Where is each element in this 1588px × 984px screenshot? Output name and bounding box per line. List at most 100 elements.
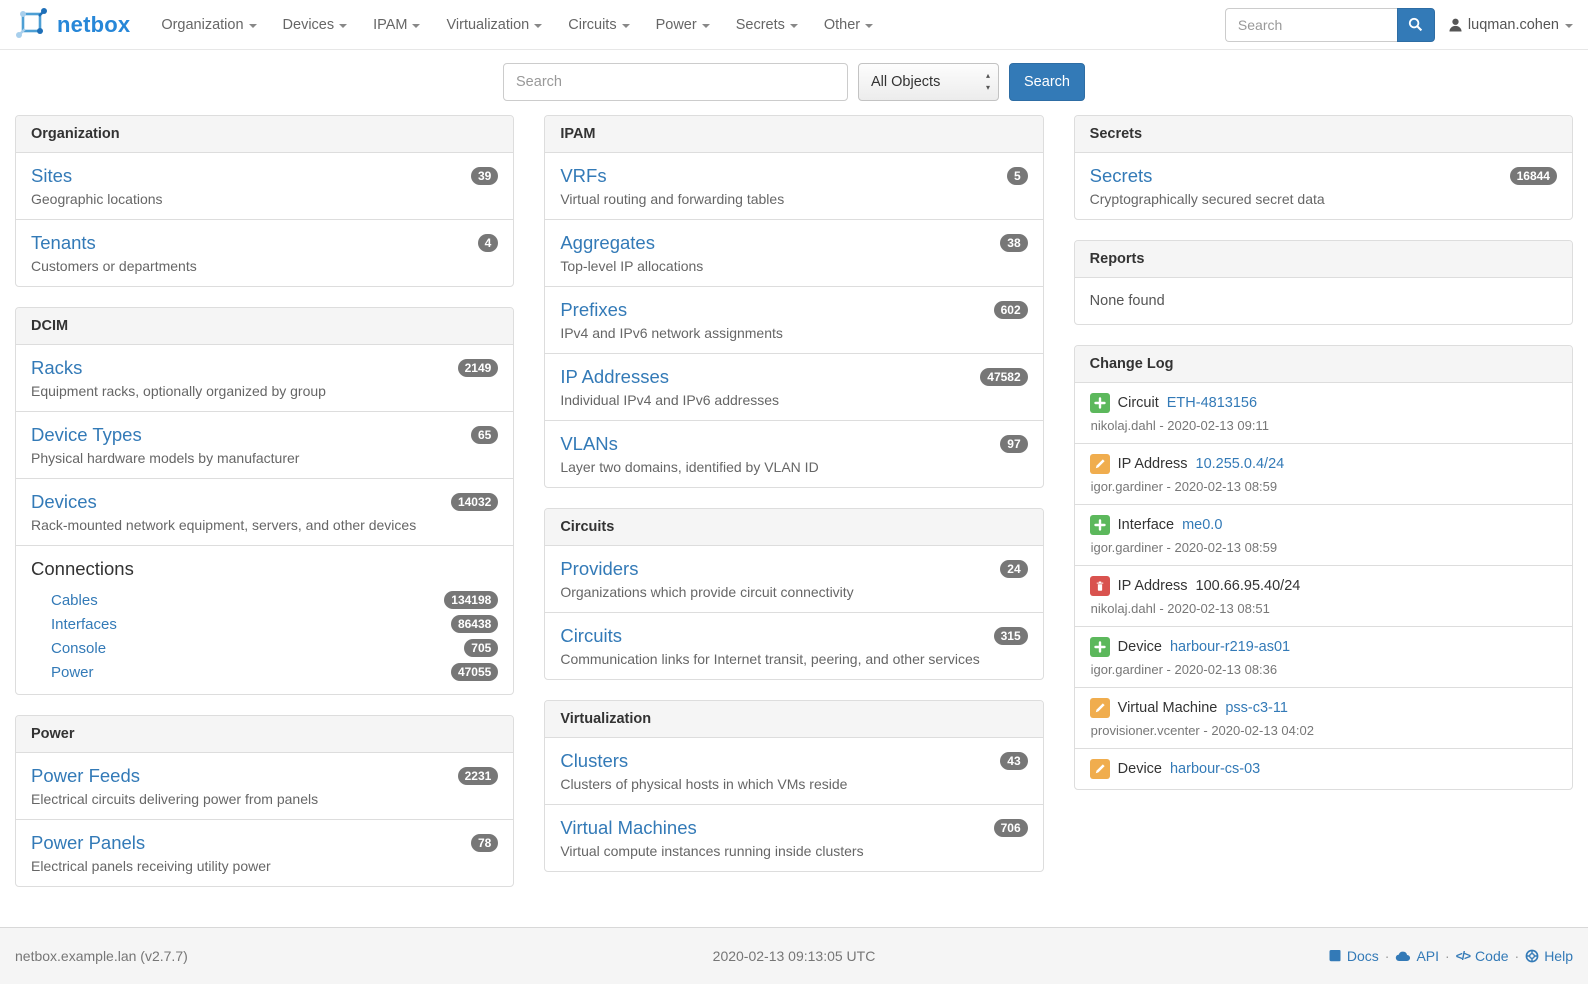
- list-item-ip-addresses: 47582 IP Addresses Individual IPv4 and I…: [545, 353, 1042, 420]
- changelog-object-link[interactable]: me0.0: [1182, 517, 1222, 533]
- item-description: Virtual compute instances running inside…: [560, 843, 1027, 859]
- deleted-action-icon: [1090, 576, 1110, 596]
- aggregates-link[interactable]: Aggregates: [560, 232, 655, 253]
- nav-item-devices[interactable]: Devices: [270, 2, 361, 48]
- panel-circuits: Circuits 24 Providers Organizations whic…: [544, 508, 1043, 680]
- list-item-virtual-machines: 706 Virtual Machines Virtual compute ins…: [545, 804, 1042, 871]
- panel-organization: Organization 39 Sites Geographic locatio…: [15, 115, 514, 287]
- footer-links: Docs · API · </> Code · Help: [1054, 948, 1573, 964]
- cables-link[interactable]: Cables: [51, 592, 98, 609]
- changelog-object-link[interactable]: harbour-r219-as01: [1170, 639, 1290, 655]
- docs-link[interactable]: Docs: [1328, 948, 1379, 964]
- user-menu[interactable]: luqman.cohen: [1449, 17, 1573, 33]
- global-search-input[interactable]: [503, 63, 848, 101]
- changelog-object-type: Virtual Machine: [1118, 700, 1218, 716]
- changelog-object-link[interactable]: ETH-4813156: [1167, 395, 1257, 411]
- item-description: Cryptographically secured secret data: [1090, 191, 1557, 207]
- item-description: Layer two domains, identified by VLAN ID: [560, 459, 1027, 475]
- navbar-search-button[interactable]: [1397, 8, 1435, 42]
- power-feeds-link[interactable]: Power Feeds: [31, 765, 140, 786]
- created-action-icon: [1090, 515, 1110, 535]
- nav-item-secrets[interactable]: Secrets: [723, 2, 811, 48]
- help-link[interactable]: Help: [1525, 948, 1573, 964]
- list-item-tenants: 4 Tenants Customers or departments: [16, 219, 513, 286]
- devices-link[interactable]: Devices: [31, 491, 97, 512]
- tenants-link[interactable]: Tenants: [31, 232, 96, 253]
- nav-item-organization[interactable]: Organization: [148, 2, 269, 48]
- ip-addresses-link[interactable]: IP Addresses: [560, 366, 669, 387]
- updated-action-icon: [1090, 698, 1110, 718]
- item-description: Physical hardware models by manufacturer: [31, 450, 498, 466]
- changelog-object-type: Interface: [1118, 517, 1174, 533]
- console-link[interactable]: Console: [51, 640, 106, 657]
- user-icon: [1449, 18, 1462, 32]
- item-description: Equipment racks, optionally organized by…: [31, 383, 498, 399]
- code-link[interactable]: </> Code: [1456, 948, 1509, 964]
- global-search-button[interactable]: Search: [1009, 63, 1085, 101]
- providers-link[interactable]: Providers: [560, 558, 638, 579]
- providers-count-badge: 24: [1000, 560, 1027, 578]
- virtual-machines-link[interactable]: Virtual Machines: [560, 817, 696, 838]
- nav-item-virtualization[interactable]: Virtualization: [433, 2, 555, 48]
- item-description: Individual IPv4 and IPv6 addresses: [560, 392, 1027, 408]
- navbar-right-section: luqman.cohen: [1225, 8, 1573, 42]
- vlans-count-badge: 97: [1000, 435, 1027, 453]
- circuits-link[interactable]: Circuits: [560, 625, 622, 646]
- list-item-providers: 24 Providers Organizations which provide…: [545, 546, 1042, 612]
- clusters-link[interactable]: Clusters: [560, 750, 628, 771]
- changelog-object-link[interactable]: pss-c3-11: [1225, 700, 1288, 716]
- list-item-aggregates: 38 Aggregates Top-level IP allocations: [545, 219, 1042, 286]
- created-action-icon: [1090, 637, 1110, 657]
- changelog-meta: nikolaj.dahl - 2020-02-13 09:11: [1091, 418, 1557, 433]
- vlans-link[interactable]: VLANs: [560, 433, 618, 454]
- racks-link[interactable]: Racks: [31, 357, 82, 378]
- changelog-object-link[interactable]: harbour-cs-03: [1170, 761, 1260, 777]
- api-link[interactable]: API: [1395, 948, 1439, 964]
- search-scope-value: All Objects: [871, 74, 940, 90]
- interfaces-link[interactable]: Interfaces: [51, 616, 117, 633]
- main-navigation: Organization Devices IPAM Virtualization…: [148, 2, 886, 48]
- username-label: luqman.cohen: [1468, 17, 1559, 33]
- power-panels-link[interactable]: Power Panels: [31, 832, 145, 853]
- separator-dot: ·: [1385, 948, 1390, 964]
- device-types-link[interactable]: Device Types: [31, 424, 142, 445]
- interfaces-count-badge: 86438: [451, 615, 498, 633]
- nav-item-circuits[interactable]: Circuits: [555, 2, 642, 48]
- column-middle: IPAM 5 VRFs Virtual routing and forwardi…: [529, 115, 1058, 892]
- column-left: Organization 39 Sites Geographic locatio…: [0, 115, 529, 907]
- changelog-meta: igor.gardiner - 2020-02-13 08:36: [1091, 662, 1557, 677]
- panel-heading: Power: [16, 716, 513, 753]
- power-connections-link[interactable]: Power: [51, 664, 94, 681]
- panel-heading: Secrets: [1075, 116, 1572, 153]
- list-item-devices: 14032 Devices Rack-mounted network equip…: [16, 478, 513, 545]
- navbar-search-input[interactable]: [1225, 8, 1397, 42]
- circuits-count-badge: 315: [994, 627, 1028, 645]
- list-item-vrfs: 5 VRFs Virtual routing and forwarding ta…: [545, 153, 1042, 219]
- aggregates-count-badge: 38: [1000, 234, 1027, 252]
- vrfs-link[interactable]: VRFs: [560, 165, 606, 186]
- sites-link[interactable]: Sites: [31, 165, 72, 186]
- item-description: Virtual routing and forwarding tables: [560, 191, 1027, 207]
- secrets-link[interactable]: Secrets: [1090, 165, 1153, 186]
- connections-row-interfaces: Interfaces 86438: [31, 612, 498, 636]
- prefixes-link[interactable]: Prefixes: [560, 299, 627, 320]
- sites-count-badge: 39: [471, 167, 498, 185]
- netbox-dashboard-page: netbox Organization Devices IPAM Virtual…: [0, 0, 1588, 984]
- nav-item-other[interactable]: Other: [811, 2, 886, 48]
- nav-item-power[interactable]: Power: [643, 2, 723, 48]
- top-navbar: netbox Organization Devices IPAM Virtual…: [0, 0, 1588, 50]
- updated-action-icon: [1090, 759, 1110, 779]
- dashboard-grid: Organization 39 Sites Geographic locatio…: [0, 115, 1588, 927]
- list-item-power-feeds: 2231 Power Feeds Electrical circuits del…: [16, 753, 513, 819]
- item-description: Electrical circuits delivering power fro…: [31, 791, 498, 807]
- search-scope-select[interactable]: All Objects: [858, 63, 999, 101]
- changelog-entry: Circuit ETH-4813156 nikolaj.dahl - 2020-…: [1075, 383, 1572, 443]
- chevron-down-icon: [790, 24, 798, 28]
- panel-virtualization: Virtualization 43 Clusters Clusters of p…: [544, 700, 1043, 872]
- chevron-down-icon: [534, 24, 542, 28]
- netbox-brand[interactable]: netbox: [15, 7, 130, 42]
- changelog-entry: IP Address 100.66.95.40/24 nikolaj.dahl …: [1075, 565, 1572, 626]
- ip-addresses-count-badge: 47582: [980, 368, 1027, 386]
- nav-item-ipam[interactable]: IPAM: [360, 2, 433, 48]
- changelog-object-link[interactable]: 10.255.0.4/24: [1196, 456, 1285, 472]
